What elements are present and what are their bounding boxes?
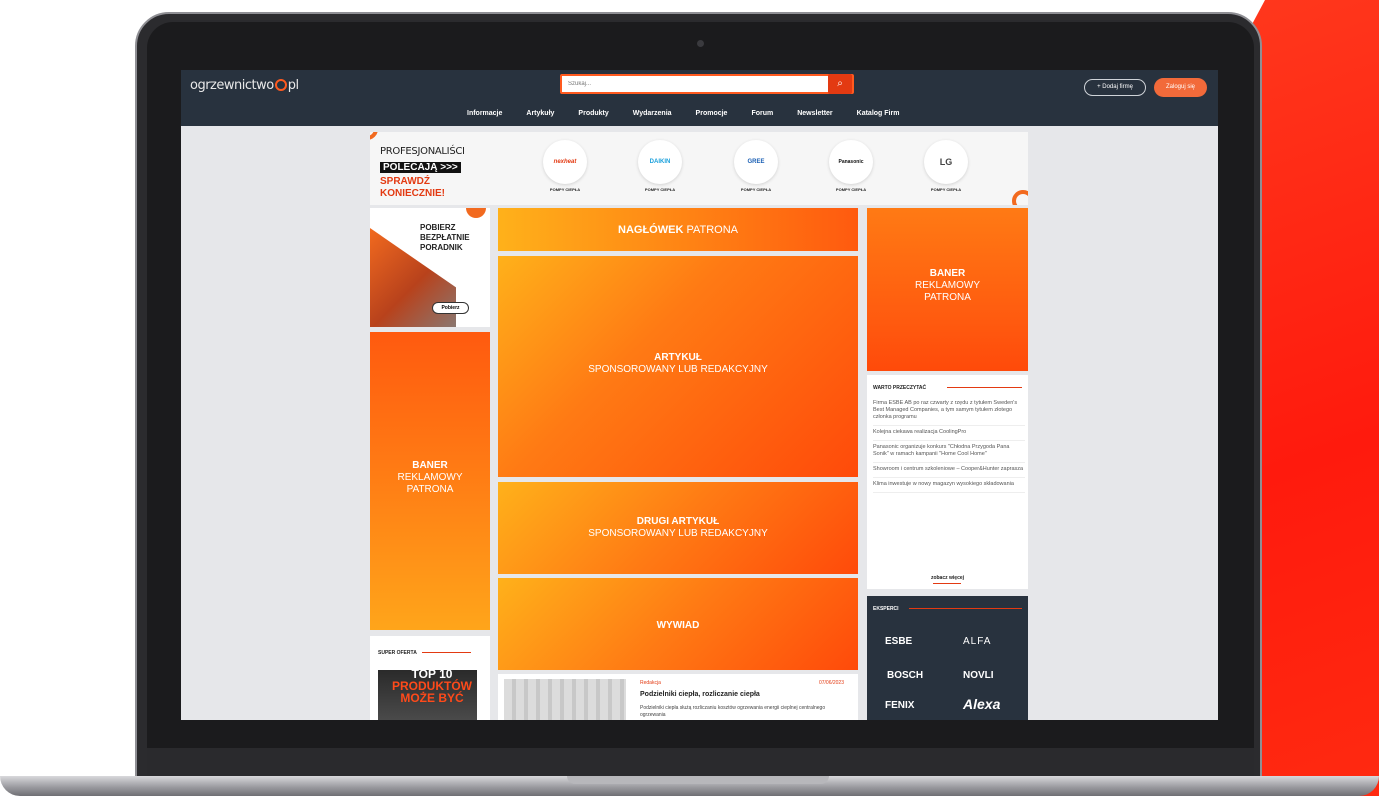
nav-item-promocje[interactable]: Promocje bbox=[696, 110, 728, 117]
expert-logo-bosch[interactable]: BOSCH bbox=[887, 670, 923, 681]
screen: ogrzewnictwopl ⌕ + Dodaj firmę Zaloguj s… bbox=[181, 70, 1218, 720]
banner-title: BANER bbox=[412, 460, 448, 471]
expert-logo-esbe[interactable]: ESBE bbox=[885, 636, 912, 647]
search-icon: ⌕ bbox=[837, 78, 843, 89]
recommended-reading: WARTO PRZECZYTAĆ Firma ESBE AB po raz cz… bbox=[867, 375, 1028, 589]
expert-logo-alexa[interactable]: Alexa bbox=[963, 696, 1000, 712]
section-title: EKSPERCI bbox=[873, 606, 899, 612]
promo-line: POLECAJĄ >>> bbox=[380, 162, 461, 173]
article-thumbnail bbox=[504, 679, 626, 720]
partners-banner[interactable]: PROFESJONALIŚCI POLECAJĄ >>> SPRAWDŹ KON… bbox=[370, 132, 1028, 205]
list-item[interactable]: Showroom i centrum szkoleniowe – Cooper&… bbox=[873, 463, 1025, 478]
nav-item-forum[interactable]: Forum bbox=[751, 110, 773, 117]
expert-logo-alfa[interactable]: ALFA bbox=[963, 636, 991, 647]
see-more-link[interactable]: zobacz więcej bbox=[867, 575, 1028, 581]
search-input[interactable] bbox=[562, 76, 832, 92]
nav-item-katalog-firm[interactable]: Katalog Firm bbox=[857, 110, 900, 117]
super-offer-image[interactable]: TOP 10 PRODUKTÓW MOŻE BYĆ bbox=[378, 670, 477, 720]
list-item[interactable]: Firma ESBE AB po raz czwarty z rzędu z t… bbox=[873, 397, 1025, 426]
left-ad-banner[interactable]: BANER REKLAMOWY PATRONA bbox=[370, 332, 490, 630]
title-underline bbox=[947, 387, 1022, 388]
title-underline bbox=[909, 608, 1022, 609]
article-card[interactable]: Redakcja 07/06/2023 Podzielniki ciepła, … bbox=[498, 674, 858, 720]
site-logo[interactable]: ogrzewnictwo pl bbox=[190, 78, 299, 93]
search-box: ⌕ bbox=[560, 74, 854, 94]
banner-line: PATRONA bbox=[924, 292, 971, 303]
promo-line: SPRAWDŹ bbox=[380, 176, 430, 187]
title-underline bbox=[933, 583, 961, 584]
camera-dot bbox=[697, 40, 704, 47]
experts-panel: EKSPERCI ESBE ALFA BOSCH NOVLI FENIX Ale… bbox=[867, 596, 1028, 720]
section-title: WARTO PRZECZYTAĆ bbox=[873, 385, 927, 391]
brand-gree[interactable]: GREE POMPY CIEPŁA bbox=[726, 140, 786, 192]
corner-arc-icon bbox=[370, 132, 378, 140]
interview-block[interactable]: WYWIAD bbox=[498, 578, 858, 670]
guide-banner[interactable]: POBIERZ BEZPŁATNIE PORADNIK Pobierz bbox=[370, 208, 490, 327]
brand-lg[interactable]: LG POMPY CIEPŁA bbox=[916, 140, 976, 192]
login-button[interactable]: Zaloguj się bbox=[1154, 78, 1207, 97]
nav-item-wydarzenia[interactable]: Wydarzenia bbox=[633, 110, 672, 117]
article-lead: Podzielniki ciepła służą rozliczaniu kos… bbox=[640, 705, 826, 718]
promo-line: KONIECZNIE! bbox=[380, 188, 445, 199]
banner-line: PATRONA bbox=[406, 484, 454, 495]
recommended-list: Firma ESBE AB po raz czwarty z rzędu z t… bbox=[873, 397, 1025, 493]
super-offer: SUPER OFERTA TOP 10 PRODUKTÓW MOŻE BYĆ bbox=[370, 636, 490, 720]
brand-nexheat[interactable]: nexheat POMPY CIEPŁA bbox=[535, 140, 595, 192]
banner-line: REKLAMOWY bbox=[914, 280, 980, 291]
patron-header-banner[interactable]: NAGŁÓWEK PATRONA bbox=[498, 208, 858, 251]
right-ad-banner[interactable]: BANER REKLAMOWY PATRONA bbox=[867, 208, 1028, 371]
article-title[interactable]: Podzielniki ciepła, rozliczanie ciepła bbox=[640, 691, 760, 698]
list-item[interactable]: Panasonic organizuje konkurs "Chłodna Pr… bbox=[873, 441, 1025, 463]
corner-arc-icon bbox=[466, 208, 486, 218]
promo-line: PROFESJONALIŚCI bbox=[380, 146, 465, 157]
section-title: SUPER OFERTA bbox=[378, 650, 417, 656]
nav-item-informacje[interactable]: Informacje bbox=[467, 110, 502, 117]
expert-logo-novli[interactable]: NOVLI bbox=[963, 670, 994, 681]
download-button[interactable]: Pobierz bbox=[432, 302, 469, 314]
laptop-notch bbox=[567, 776, 829, 784]
banner-title: BANER bbox=[929, 268, 966, 279]
list-item[interactable]: Klima inwestuje w nowy magazyn wysokiego… bbox=[873, 478, 1025, 493]
article-category[interactable]: Redakcja bbox=[640, 680, 661, 686]
add-company-button[interactable]: + Dodaj firmę bbox=[1084, 79, 1146, 96]
sponsored-article[interactable]: ARTYKUŁ SPONSOROWANY LUB REDAKCYJNY bbox=[498, 256, 858, 477]
site-header: ogrzewnictwopl ⌕ + Dodaj firmę Zaloguj s… bbox=[181, 70, 1218, 126]
nav-item-newsletter[interactable]: Newsletter bbox=[797, 110, 832, 117]
expert-logo-fenix[interactable]: FENIX bbox=[885, 700, 914, 711]
corner-arc-icon bbox=[1012, 190, 1028, 205]
brand-daikin[interactable]: DAIKIN POMPY CIEPŁA bbox=[630, 140, 690, 192]
banner-line: REKLAMOWY bbox=[397, 472, 463, 483]
nav-item-artykuly[interactable]: Artykuły bbox=[526, 110, 554, 117]
main-nav: Informacje Artykuły Produkty Wydarzenia … bbox=[467, 110, 923, 117]
search-button[interactable]: ⌕ bbox=[828, 74, 852, 94]
second-sponsored-article[interactable]: DRUGI ARTYKUŁ SPONSOROWANY LUB REDAKCYJN… bbox=[498, 482, 858, 574]
list-item[interactable]: Kolejna ciekawa realizacja CoolingPro bbox=[873, 426, 1025, 441]
partners-promo: PROFESJONALIŚCI POLECAJĄ >>> SPRAWDŹ KON… bbox=[380, 146, 465, 199]
logo-circle-icon bbox=[274, 79, 287, 91]
nav-item-produkty[interactable]: Produkty bbox=[578, 110, 608, 117]
article-date: 07/06/2023 bbox=[818, 680, 844, 686]
title-underline bbox=[422, 652, 471, 653]
brand-panasonic[interactable]: Panasonic POMPY CIEPŁA bbox=[821, 140, 881, 192]
guide-title: POBIERZ BEZPŁATNIE PORADNIK bbox=[420, 223, 470, 252]
